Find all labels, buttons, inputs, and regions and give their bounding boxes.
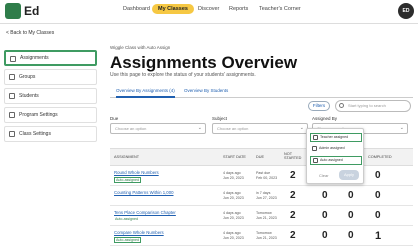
count-col-2: 0 xyxy=(322,210,328,221)
sidebar-item-label: Groups xyxy=(19,74,36,80)
chevron-down-icon: ⌄ xyxy=(299,125,304,131)
checkbox[interactable] xyxy=(313,158,318,163)
count-col-2: 0 xyxy=(322,230,328,241)
subject-filter-label: Subject xyxy=(212,116,228,121)
start-date: Jun 20, 2023 xyxy=(223,236,244,240)
sidebar-item-label: Class Settings xyxy=(19,131,51,137)
assignment-link[interactable]: Tens Place Comparison Chapter xyxy=(114,210,176,215)
tab-overview-by-assignments[interactable]: Overview By Assignments (4) xyxy=(116,88,175,98)
back-to-classes-link[interactable]: < Back to My Classes xyxy=(6,30,54,36)
count-col-3: 0 xyxy=(348,230,354,241)
assigned-by-dropdown: Teacher assigned Admin assigned Auto ass… xyxy=(306,128,364,184)
option-teacher-assigned[interactable]: Teacher assigned xyxy=(310,133,362,142)
count-col-2: 0 xyxy=(322,190,328,201)
checkbox[interactable] xyxy=(312,146,317,151)
option-label: Teacher assigned xyxy=(320,135,349,139)
subject-filter-select[interactable]: Choose an option ⌄ xyxy=(212,123,308,134)
select-placeholder: Choose an option xyxy=(217,126,249,131)
count-col-3: 0 xyxy=(348,210,354,221)
not-started-count: 2 xyxy=(290,230,296,241)
column-assignment[interactable]: ASSIGNMENT xyxy=(114,155,139,159)
filters-button-label: Filters xyxy=(312,103,326,108)
option-label: Auto assigned xyxy=(320,158,343,162)
not-started-count: 2 xyxy=(290,170,296,181)
sidebar-item-program-settings[interactable]: Program Settings xyxy=(4,107,97,123)
page-subtitle: Use this page to explore the status of y… xyxy=(110,72,256,78)
gear-icon xyxy=(9,112,15,118)
chevron-down-icon: ⌄ xyxy=(197,125,202,131)
column-completed[interactable]: COMPLETED xyxy=(368,155,392,159)
view-tabs: Overview By Assignments (4) Overview By … xyxy=(110,88,413,98)
nav-dashboard[interactable]: Dashboard xyxy=(123,6,150,12)
completed-count: 1 xyxy=(375,230,382,242)
brand-name: Ed xyxy=(24,4,40,18)
sidebar-item-groups[interactable]: Groups xyxy=(4,69,97,85)
checkbox[interactable] xyxy=(313,135,318,140)
table-row: Tens Place Comparison Chapter Auto-assig… xyxy=(110,207,413,226)
sidebar: Assignments Groups Students Program Sett… xyxy=(4,50,97,145)
start-date: Jun 20, 2023 xyxy=(223,176,244,180)
not-started-count: 2 xyxy=(290,210,296,221)
document-icon xyxy=(10,56,16,62)
apply-button[interactable]: Apply xyxy=(339,170,359,180)
nav-teachers-corner[interactable]: Teacher's Corner xyxy=(259,6,301,12)
nav-discover[interactable]: Discover xyxy=(198,6,219,12)
chevron-down-icon: ⌄ xyxy=(399,125,404,131)
sidebar-item-students[interactable]: Students xyxy=(4,88,97,104)
completed-count: 0 xyxy=(375,170,381,181)
search-input[interactable]: Start typing to search xyxy=(335,100,411,112)
due-date: Jun 21, 2023 xyxy=(256,216,277,220)
top-navigation-bar: Ed Dashboard My Classes Discover Reports… xyxy=(0,0,418,24)
breadcrumb: Wiggle Class with Auto Assign xyxy=(110,45,171,50)
sidebar-item-label: Students xyxy=(19,93,39,99)
sidebar-item-label: Assignments xyxy=(20,55,49,61)
column-not-started[interactable]: NOT STARTED xyxy=(284,152,304,160)
sidebar-item-class-settings[interactable]: Class Settings xyxy=(4,126,97,142)
due-date: Feb 00, 2023 xyxy=(256,176,278,180)
auto-assigned-badge: Auto-assigned xyxy=(114,177,141,183)
table-row: Counting Patterns Within 1,000 4 days ag… xyxy=(110,187,413,206)
auto-assigned-badge: Auto-assigned xyxy=(114,237,141,243)
option-label: Admin assigned xyxy=(319,146,345,150)
start-date: Jun 20, 2023 xyxy=(223,196,244,200)
tab-overview-by-students[interactable]: Overview By Students xyxy=(184,88,228,96)
select-placeholder: Choose an option xyxy=(115,126,147,131)
due-date: Jun 21, 2023 xyxy=(256,236,277,240)
auto-assigned-badge: Auto-assigned xyxy=(115,217,138,221)
due-filter-label: Due xyxy=(110,116,119,121)
filters-button[interactable]: Filters xyxy=(308,101,330,111)
not-started-count: 2 xyxy=(290,190,296,201)
start-date: Jun 20, 2023 xyxy=(223,216,244,220)
table-header: ASSIGNMENT START DATE DUE NOT STARTED CO… xyxy=(110,148,413,166)
nav-my-classes[interactable]: My Classes xyxy=(152,4,194,14)
column-start-date[interactable]: START DATE xyxy=(223,155,246,159)
option-auto-assigned[interactable]: Auto assigned xyxy=(310,156,362,165)
sidebar-item-assignments[interactable]: Assignments xyxy=(4,50,97,66)
students-icon xyxy=(9,93,15,99)
app-logo[interactable] xyxy=(5,3,21,19)
page-title: Assignments Overview xyxy=(110,53,298,72)
due-date: Jun 27, 2023 xyxy=(256,196,277,200)
column-due[interactable]: DUE xyxy=(256,155,264,159)
assignment-link[interactable]: Compare Whole Numbers xyxy=(114,230,164,235)
sidebar-item-label: Program Settings xyxy=(19,112,58,118)
assignment-link[interactable]: Counting Patterns Within 1,000 xyxy=(114,190,173,195)
assigned-by-filter-label: Assigned By xyxy=(312,116,338,121)
assignment-link[interactable]: Round Whole Numbers xyxy=(114,170,159,175)
search-icon xyxy=(339,103,344,108)
clear-button[interactable]: Clear xyxy=(319,173,329,178)
search-placeholder: Start typing to search xyxy=(348,103,386,108)
user-avatar[interactable]: ED xyxy=(398,3,414,19)
gear-icon xyxy=(9,131,15,137)
count-col-3: 0 xyxy=(348,190,354,201)
due-filter-select[interactable]: Choose an option ⌄ xyxy=(110,123,206,134)
nav-reports[interactable]: Reports xyxy=(229,6,248,12)
groups-icon xyxy=(9,74,15,80)
table-row: Round Whole Numbers Auto-assigned 4 days… xyxy=(110,167,413,186)
completed-count: 0 xyxy=(375,190,381,201)
table-row: Compare Whole Numbers Auto-assigned 4 da… xyxy=(110,227,413,246)
option-admin-assigned[interactable]: Admin assigned xyxy=(310,145,362,154)
completed-count: 0 xyxy=(375,210,381,221)
